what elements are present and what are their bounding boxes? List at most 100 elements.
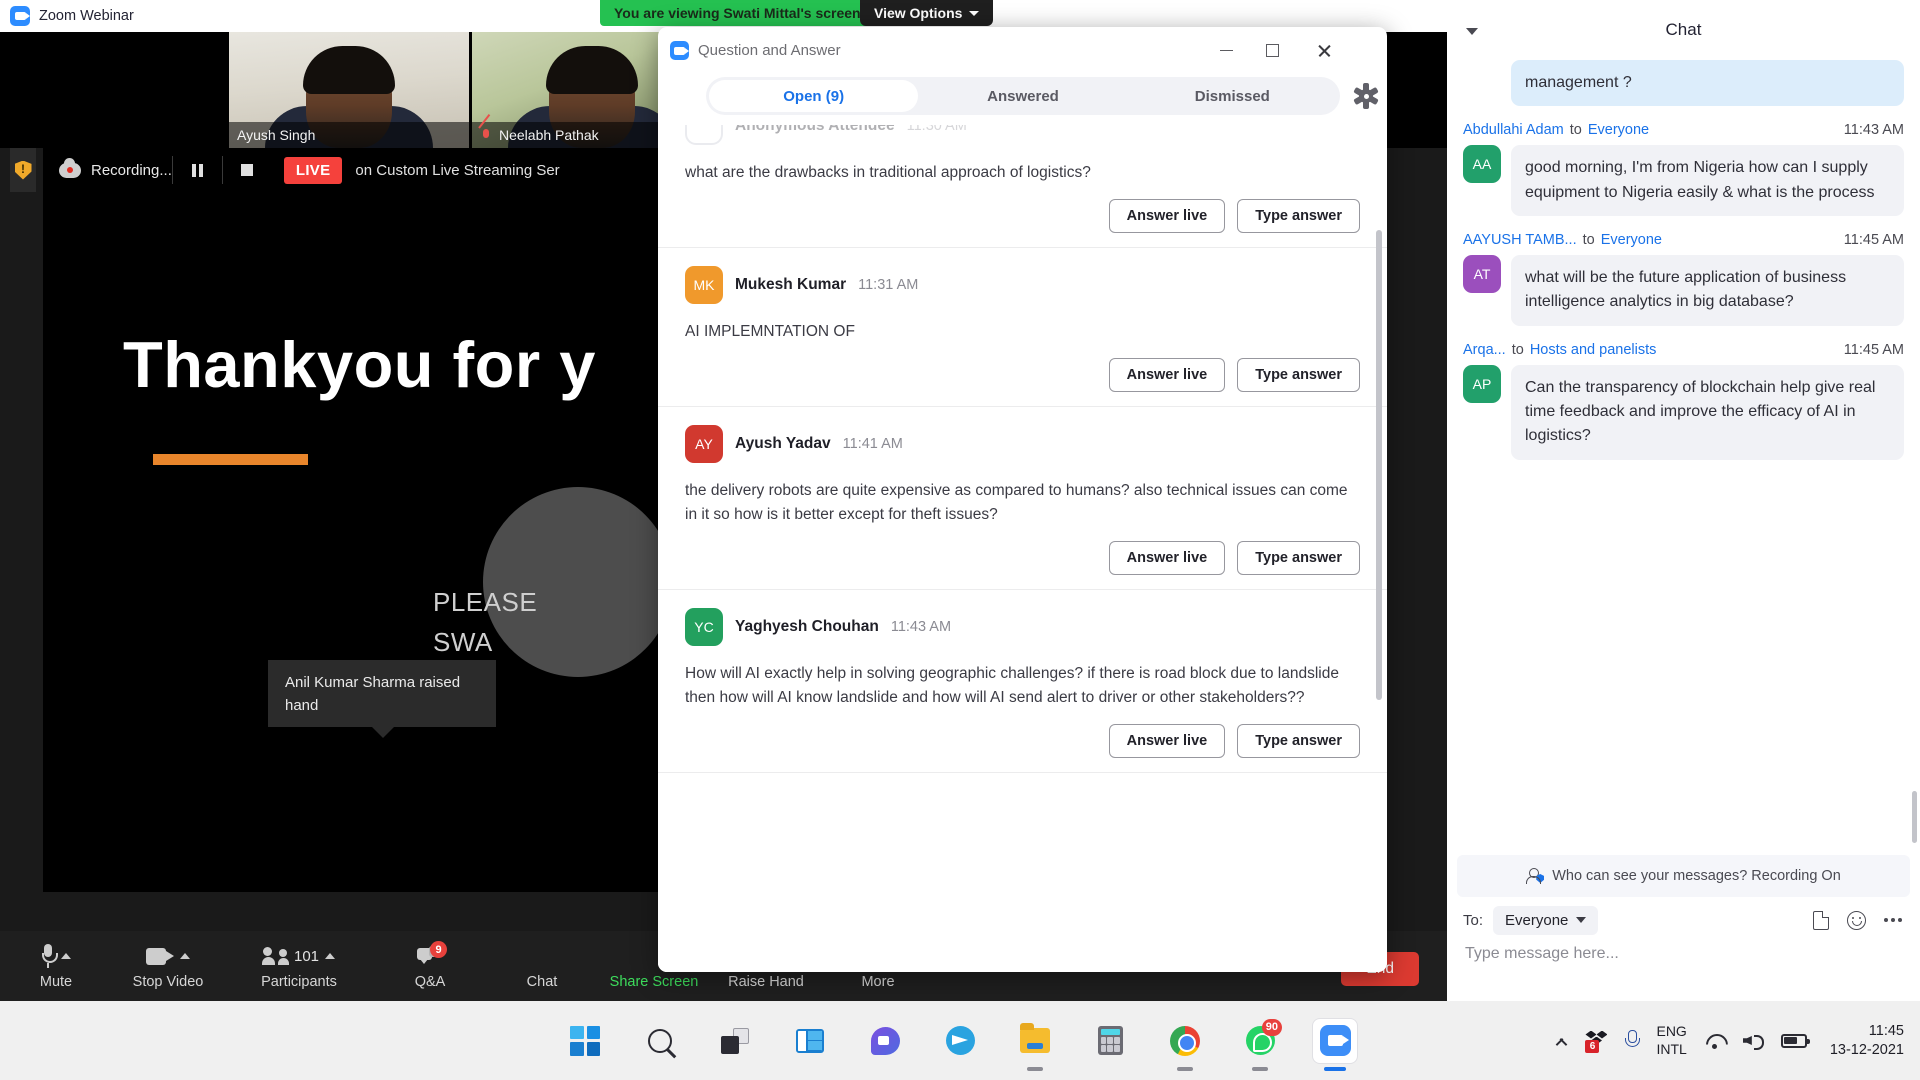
chat-sender[interactable]: Abdullahi Adam xyxy=(1463,122,1564,138)
chat-recipient-value: Everyone xyxy=(1505,911,1569,929)
clock[interactable]: 11:45 13-12-2021 xyxy=(1824,1022,1904,1060)
chat-sender[interactable]: AAYUSH TAMB... xyxy=(1463,232,1577,248)
security-shield-indicator xyxy=(10,148,36,192)
stop-video-button[interactable]: Stop Video xyxy=(112,939,224,990)
anonymous-avatar xyxy=(685,125,723,145)
answer-live-button[interactable]: Answer live xyxy=(1108,724,1226,759)
chat-sender[interactable]: Arqa... xyxy=(1463,342,1506,358)
chrome-icon[interactable] xyxy=(1163,1019,1207,1071)
chat-button[interactable]: Chat xyxy=(486,939,598,990)
task-view-icon[interactable] xyxy=(788,1019,832,1063)
maximize-button[interactable] xyxy=(1249,27,1295,74)
mic-muted-icon xyxy=(480,128,493,143)
answer-live-button[interactable]: Answer live xyxy=(1108,199,1226,234)
view-options-button[interactable]: View Options xyxy=(860,0,994,26)
qa-question-text: AI IMPLEMNTATION OF xyxy=(685,323,855,341)
emoji-icon[interactable] xyxy=(1847,910,1866,930)
show-hidden-icons-icon[interactable] xyxy=(1555,1034,1568,1047)
minimize-button[interactable] xyxy=(1203,27,1249,74)
chat-recipient-row: To: Everyone xyxy=(1447,897,1920,943)
telegram-icon[interactable] xyxy=(938,1019,982,1063)
thumbnail-name-label: Ayush Singh xyxy=(229,122,469,148)
answer-live-button[interactable]: Answer live xyxy=(1108,358,1226,393)
dropbox-badge: 6 xyxy=(1585,1039,1600,1053)
chat-recipient-select[interactable]: Everyone xyxy=(1493,905,1599,935)
chat-message-text: management ? xyxy=(1511,60,1904,107)
zoom-icon[interactable] xyxy=(1313,1018,1357,1071)
tab-open[interactable]: Open (9) xyxy=(709,80,919,112)
minimize-icon xyxy=(1219,49,1233,52)
widgets-icon[interactable] xyxy=(713,1019,757,1063)
participants-icon xyxy=(261,947,289,965)
chevron-down-icon xyxy=(1576,917,1587,923)
qa-item: YC Yaghyesh Chouhan 11:43 AM How will AI… xyxy=(658,590,1387,774)
camera-icon xyxy=(146,947,174,965)
chat-message: management ? xyxy=(1463,60,1904,107)
video-thumbnail[interactable]: Ayush Singh xyxy=(229,32,469,148)
chevron-up-icon[interactable] xyxy=(325,953,336,959)
chat-recipient: Everyone xyxy=(1587,122,1650,139)
tab-answered[interactable]: Answered xyxy=(918,80,1127,112)
chat-input[interactable]: Type message here... xyxy=(1465,943,1619,963)
qa-icon: 9 xyxy=(417,941,447,966)
microphone-icon xyxy=(41,944,58,968)
more-options-icon[interactable] xyxy=(1884,917,1904,923)
stop-recording-button[interactable] xyxy=(221,156,272,184)
collapse-chat-button[interactable] xyxy=(1461,20,1483,42)
chat-message: Abdullahi Adam to Everyone 11:43 AM AA g… xyxy=(1463,122,1904,216)
chat-message-list[interactable]: management ? Abdullahi Adam to Everyone … xyxy=(1447,60,1920,855)
qa-question-text: How will AI exactly help in solving geog… xyxy=(685,665,1339,707)
chat-input-area[interactable]: Type message here... xyxy=(1447,943,1920,1001)
file-attach-icon[interactable] xyxy=(1813,910,1829,930)
avatar: MK xyxy=(685,266,723,305)
chat-privacy-notice[interactable]: Who can see your messages? Recording On xyxy=(1457,855,1910,897)
battery-icon[interactable] xyxy=(1780,1033,1810,1048)
windows-start-icon[interactable] xyxy=(563,1019,607,1063)
chevron-down-icon xyxy=(1466,28,1478,35)
file-explorer-icon[interactable] xyxy=(1013,1019,1057,1071)
zoom-app-icon xyxy=(10,6,30,26)
view-options-label: View Options xyxy=(874,5,963,21)
close-button[interactable] xyxy=(1301,27,1347,74)
type-answer-button[interactable]: Type answer xyxy=(1237,199,1360,234)
qa-tab-bar: Open (9) Answered Dismissed xyxy=(706,77,1379,115)
gear-icon[interactable] xyxy=(1353,83,1379,109)
teams-icon[interactable] xyxy=(863,1019,907,1063)
qa-question-list[interactable]: Anonymous Attendee 11:30 AM what are the… xyxy=(658,125,1387,972)
chevron-up-icon[interactable] xyxy=(180,953,190,959)
type-answer-button[interactable]: Type answer xyxy=(1237,541,1360,576)
chat-scrollbar[interactable] xyxy=(1912,791,1917,843)
whatsapp-unread-badge: 90 xyxy=(1261,1018,1282,1036)
screen-share-banner: You are viewing Swati Mittal's screen xyxy=(600,0,875,26)
chevron-up-icon[interactable] xyxy=(61,953,71,959)
whatsapp-icon[interactable]: 90 xyxy=(1238,1018,1282,1071)
qa-scrollbar[interactable] xyxy=(1376,230,1382,700)
answer-live-button[interactable]: Answer live xyxy=(1108,541,1226,576)
pause-recording-button[interactable] xyxy=(171,156,222,184)
dropbox-icon[interactable]: 6 xyxy=(1585,1030,1608,1053)
language-indicator[interactable]: ENG INTL xyxy=(1656,1023,1686,1058)
qa-window-title: Question and Answer xyxy=(698,42,841,59)
chat-privacy-text: Who can see your messages? Recording On xyxy=(1552,868,1841,884)
qa-author: Ayush Yadav xyxy=(735,435,831,453)
avatar: AA xyxy=(1463,145,1501,184)
wifi-icon[interactable] xyxy=(1704,1032,1726,1049)
mute-button[interactable]: Mute xyxy=(0,939,112,990)
window-title: Zoom Webinar xyxy=(39,8,134,24)
qa-label: Q&A xyxy=(414,974,446,990)
participants-button[interactable]: 101 Participants xyxy=(224,939,374,990)
qa-author: Anonymous Attendee xyxy=(735,125,895,134)
avatar: AP xyxy=(1463,364,1501,403)
microphone-tray-icon[interactable] xyxy=(1624,1029,1641,1052)
type-answer-button[interactable]: Type answer xyxy=(1237,358,1360,393)
volume-icon[interactable] xyxy=(1743,1032,1764,1050)
language-line-2: INTL xyxy=(1656,1040,1687,1057)
qa-button[interactable]: 9 Q&A xyxy=(374,939,486,990)
live-badge: LIVE xyxy=(283,156,343,184)
tab-dismissed[interactable]: Dismissed xyxy=(1128,80,1337,112)
calculator-icon[interactable] xyxy=(1088,1019,1132,1063)
chat-recipient: Hosts and panelists xyxy=(1529,341,1657,358)
search-icon[interactable] xyxy=(638,1019,682,1063)
pause-icon xyxy=(191,163,203,177)
type-answer-button[interactable]: Type answer xyxy=(1237,724,1360,759)
